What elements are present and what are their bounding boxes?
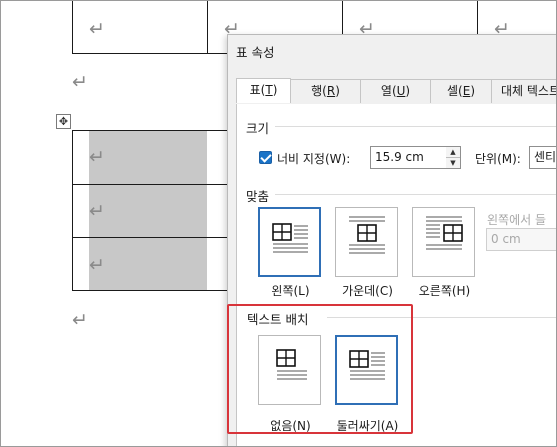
dialog-title: 표 속성 <box>236 45 275 60</box>
alignment-section-label: 맞춤 <box>246 189 270 204</box>
tab-label: 행 <box>311 84 323 98</box>
highlight-box-text-wrap <box>227 304 413 434</box>
tab-column[interactable]: 열(U) <box>360 79 431 103</box>
spin-up-icon[interactable]: ▲ <box>446 147 460 158</box>
align-left-button[interactable] <box>258 207 321 277</box>
tab-label: 열 <box>380 84 392 98</box>
tab-table[interactable]: 표(T) <box>236 78 291 103</box>
unit-label: 단위(M): <box>475 152 521 166</box>
paragraph-mark: ↵ <box>89 254 105 276</box>
paragraph-mark: ↵ <box>72 309 88 331</box>
align-right-icon <box>426 216 463 250</box>
table-move-handle-icon[interactable]: ✥ <box>56 114 71 129</box>
tab-label: 대체 텍스트 <box>501 84 557 98</box>
tab-row[interactable]: 행(R) <box>290 79 361 103</box>
spin-down-icon[interactable]: ▼ <box>446 158 460 168</box>
size-section-label: 크기 <box>246 121 270 136</box>
indent-input[interactable]: 0 cm <box>486 228 557 251</box>
section-divider <box>275 194 557 195</box>
align-center-icon <box>349 216 385 254</box>
align-right-label: 오른쪽(H) <box>418 284 471 298</box>
width-checkbox-label[interactable]: 너비 지정(W): <box>277 150 350 167</box>
tab-cell[interactable]: 셀(E) <box>430 79 492 103</box>
tab-label: 셀 <box>446 84 459 98</box>
tab-strip: 표(T) 행(R) 열(U) 셀(E) 대체 텍스트 <box>236 78 557 103</box>
paragraph-mark: ↵ <box>89 146 105 168</box>
align-center-label: 가운데(C) <box>342 284 393 298</box>
indent-label: 왼쪽에서 들 <box>487 213 547 227</box>
align-left-label: 왼쪽(L) <box>271 284 310 298</box>
tab-label: 표 <box>249 83 261 97</box>
align-right-button[interactable] <box>412 207 475 277</box>
paragraph-mark: ↵ <box>72 71 88 93</box>
width-checkbox[interactable] <box>259 151 272 164</box>
paragraph-mark: ↵ <box>89 200 105 222</box>
width-input[interactable]: 15.9 cm <box>370 146 447 169</box>
section-divider <box>275 126 557 127</box>
align-center-button[interactable] <box>335 207 398 277</box>
tab-alt-text[interactable]: 대체 텍스트 <box>491 79 557 103</box>
unit-select[interactable]: 센티 <box>529 146 557 169</box>
paragraph-mark: ↵ <box>89 18 105 40</box>
align-left-icon <box>272 223 308 253</box>
width-spinner[interactable]: ▲ ▼ <box>446 146 461 169</box>
